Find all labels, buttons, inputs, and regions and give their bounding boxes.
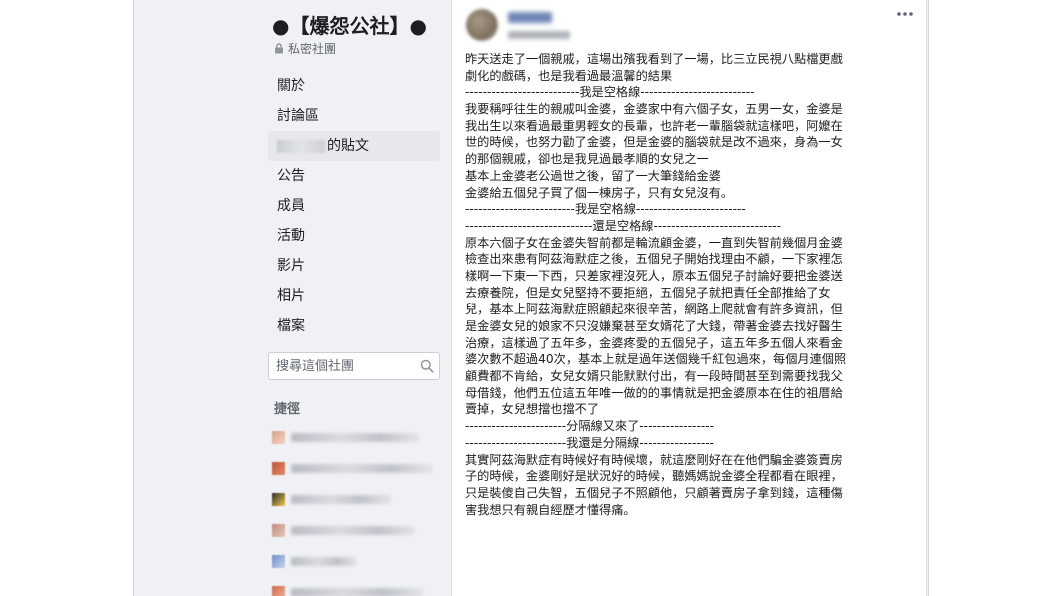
post-line: 我要稱呼往生的親戚叫金婆，金婆家中有六個子女，五男一女，金婆是 <box>465 102 843 117</box>
shortcut-item[interactable] <box>272 453 440 484</box>
post-line: -----------------------------還是空格線------… <box>465 218 782 233</box>
post-line: 昨天送走了一個親戚，這場出殯我看到了一場，比三立民視八點檔更戲 <box>465 52 843 66</box>
nav-item-videos[interactable]: 影片 <box>268 251 440 281</box>
post-line: 其實阿茲海默症有時候好有時候壞，就這麼剛好在在他們騙金婆簽賣房 <box>465 452 843 467</box>
shortcuts-list <box>272 422 440 596</box>
blurred-author-name[interactable] <box>508 12 552 23</box>
shortcut-thumbnail <box>272 524 285 537</box>
post-line: 害我想只有親自經歷才懂得痛。 <box>465 502 636 517</box>
shortcut-item[interactable] <box>272 515 440 546</box>
post-line: 金婆給五個兒子買了個一棟房子，只有女兒沒有。 <box>465 185 734 200</box>
post-line: 只是裝傻自己失智，五個兒子不照顧他，只顧著賣房子拿到錢，這種傷 <box>465 485 843 500</box>
group-privacy: 私密社團 <box>274 40 336 57</box>
nav-item-label: 的貼文 <box>327 138 369 154</box>
post-line: -----------------------分隔線又來了-----------… <box>465 419 715 434</box>
nav-item-files[interactable]: 檔案 <box>268 311 440 341</box>
group-sidebar: ●【爆怨公社】● 私密社團 關於 討論區 的貼文 公告 成員 活動 影片 相片 … <box>134 0 450 596</box>
post-line: 去療養院，但是女兒堅持不要拒絕，五個兒子就把責任全部推給了女 <box>465 285 831 300</box>
blurred-shortcut-name <box>291 588 423 596</box>
blurred-post-meta <box>508 31 570 39</box>
privacy-label: 私密社團 <box>288 42 337 56</box>
shortcut-item[interactable] <box>272 484 440 515</box>
search-input[interactable] <box>269 357 418 375</box>
nav-item-announcements[interactable]: 公告 <box>268 161 440 191</box>
post-line: 婆次數不超過40次，基本上就是過年送個幾千紅包過來，每個月連個照 <box>465 352 847 367</box>
search-icon[interactable] <box>420 359 434 373</box>
blurred-shortcut-name <box>291 433 419 442</box>
shortcut-item[interactable] <box>272 422 440 453</box>
post-line: 子的時候，金婆剛好是狀況好的時候，聽媽媽說金婆全程都看在眼裡， <box>465 469 843 484</box>
nav-item-label: 關於 <box>277 78 305 94</box>
more-horizontal-icon[interactable] <box>896 10 914 18</box>
shortcut-item[interactable] <box>272 577 440 596</box>
shortcut-thumbnail <box>272 431 285 444</box>
post-line: 劇化的戲碼，也是我看過最溫馨的結果 <box>465 68 673 83</box>
post-line: -----------------------我還是分隔線-----------… <box>465 435 715 450</box>
post-line: 賣掉，女兒想擋也擋不了 <box>465 402 600 417</box>
post-line: 治療，這樣過了五年多，金婆疼愛的五個兒子，這五年多五個人來看金 <box>465 335 843 350</box>
post-card: 昨天送走了一個親戚，這場出殯我看到了一場，比三立民視八點檔更戲 劇化的戲碼，也是… <box>451 0 927 596</box>
nav-item-about[interactable]: 關於 <box>268 71 440 101</box>
post-line: -------------------------我是空格線----------… <box>465 202 746 217</box>
page-frame: ●【爆怨公社】● 私密社團 關於 討論區 的貼文 公告 成員 活動 影片 相片 … <box>133 0 929 596</box>
post-line: 的那個親戚，卻也是我見過最孝順的女兒之一 <box>465 152 709 167</box>
post-line: 世的時候，也努力勸了金婆，但是金婆的腦袋就是改不過來，身為一女 <box>465 135 843 150</box>
shortcut-thumbnail <box>272 493 285 506</box>
blurred-shortcut-name <box>291 464 433 473</box>
nav-item-label: 公告 <box>277 168 305 184</box>
post-line: --------------------------我是空格線---------… <box>465 85 755 100</box>
post-line: 我出生以來看過最重男輕女的長輩，也許老一輩腦袋就這樣吧，阿嬤在 <box>465 118 843 133</box>
post-line: 樣啊一下東一下西，只差家裡沒死人，原本五個兒子討論好要把金婆送 <box>465 268 843 283</box>
group-search <box>268 352 440 380</box>
group-nav: 關於 討論區 的貼文 公告 成員 活動 影片 相片 檔案 <box>268 71 440 341</box>
shortcuts-heading: 捷徑 <box>274 402 301 417</box>
shortcut-thumbnail <box>272 462 285 475</box>
group-title[interactable]: ●【爆怨公社】● <box>272 10 427 39</box>
post-line: 原本六個子女在金婆失智前都是輪流顧金婆，一直到失智前幾個月金婆 <box>465 235 843 250</box>
post-line: 是金婆女兒的娘家不只沒嫌棄甚至女婿花了大錢，帶著金婆去找好醫生 <box>465 319 843 333</box>
nav-item-discussion[interactable]: 討論區 <box>268 101 440 131</box>
post-line: 基本上金婆老公過世之後，留了一大筆錢給金婆 <box>465 168 721 183</box>
blurred-shortcut-name <box>291 495 391 504</box>
nav-item-label: 影片 <box>277 258 305 274</box>
post-text: 昨天送走了一個親戚，這場出殯我看到了一場，比三立民視八點檔更戲 劇化的戲碼，也是… <box>465 51 915 518</box>
nav-item-members[interactable]: 成員 <box>268 191 440 221</box>
author-avatar[interactable] <box>466 9 498 41</box>
post-line: 兒，基本上阿茲海默症照顧起來很辛苦，網路上爬就會有許多資訊，但 <box>465 302 843 317</box>
shortcut-thumbnail <box>272 555 285 568</box>
post-line: 檢查出來患有阿茲海默症之後，五個兒子開始找理由不顧，一下家裡怎 <box>465 252 843 267</box>
nav-item-label: 檔案 <box>277 318 305 334</box>
nav-item-label: 相片 <box>277 288 305 304</box>
post-line: 母借錢，他們五位這五年唯一做的的事情就是把金婆原本在住的祖厝給 <box>465 385 843 400</box>
shortcut-thumbnail <box>272 586 285 596</box>
lock-icon <box>275 43 283 54</box>
shortcut-item[interactable] <box>272 546 440 577</box>
blurred-shortcut-name <box>291 557 357 566</box>
nav-item-label: 成員 <box>277 198 305 214</box>
nav-item-member-posts[interactable]: 的貼文 <box>268 131 440 161</box>
nav-item-events[interactable]: 活動 <box>268 221 440 251</box>
nav-item-label: 討論區 <box>277 108 319 124</box>
post-line: 顧費都不肯給，女兒女婿只能默默付出，有一段時間甚至到需要找我父 <box>465 369 843 384</box>
nav-item-photos[interactable]: 相片 <box>268 281 440 311</box>
blurred-member-name <box>277 139 325 153</box>
nav-item-label: 活動 <box>277 228 305 244</box>
blurred-shortcut-name <box>291 526 415 535</box>
